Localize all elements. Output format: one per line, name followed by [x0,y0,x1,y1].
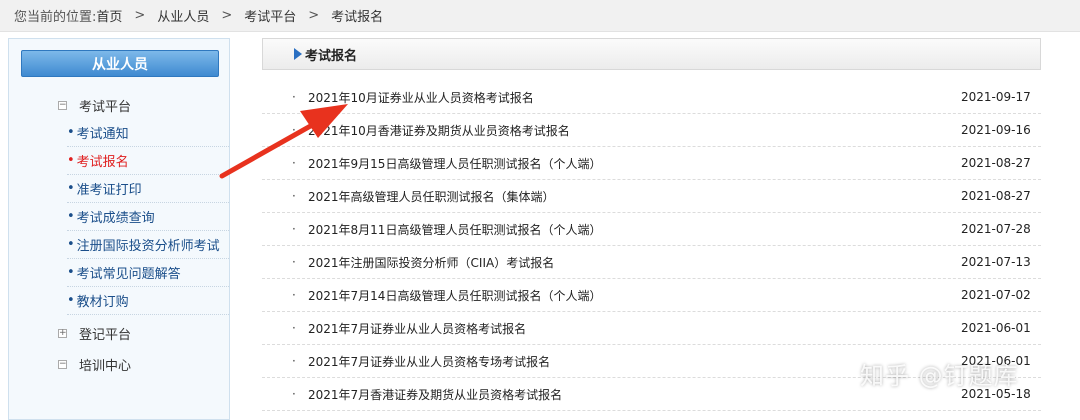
sidebar-group-registration-platform[interactable]: + 登记平台 [9,318,229,348]
list-item-title-link[interactable]: 2021年7月14日高级管理人员任职测试报名（个人端） [308,287,961,304]
breadcrumb-current[interactable]: 考试报名 [331,6,383,25]
content-header: 考试报名 [262,38,1041,70]
list-item-date: 2021-09-17 [961,90,1031,104]
list-item[interactable]: · 2021年9月15日高级管理人员任职测试报名（个人端） 2021-08-27 [262,147,1041,180]
list-item-title-link[interactable]: 2021年10月香港证券及期货从业员资格考试报名 [308,122,961,139]
watermark: 知乎 @钉题库 [860,362,1019,390]
list-item-title-link[interactable]: 2021年注册国际投资分析师（CIIA）考试报名 [308,254,961,271]
list-item-date: 2021-07-28 [961,222,1031,236]
bullet-icon: · [292,354,296,368]
bullet-icon: · [292,189,296,203]
sidebar-group-exam-platform[interactable]: − 考试平台 [9,90,229,120]
bullet-icon: • [67,265,75,280]
breadcrumb-prefix: 您当前的位置: [14,10,97,25]
triangle-marker-icon [294,48,302,60]
bullet-icon: · [292,255,296,269]
sidebar-group-label: 登记平台 [79,327,132,343]
bullet-icon: · [292,321,296,335]
sidebar-item-label: 考试报名 [76,155,129,170]
sidebar-item-score-query[interactable]: • 考试成绩查询 [67,203,229,231]
sidebar-item-ciia-exam[interactable]: • 注册国际投资分析师考试 [67,231,229,259]
breadcrumb-separator: > [308,8,320,23]
bullet-icon: · [292,123,296,137]
list-item[interactable]: · 2021年注册国际投资分析师（CIIA）考试报名 2021-07-13 [262,246,1041,279]
list-item-date: 2021-06-01 [961,321,1031,335]
sidebar: 从业人员 − 考试平台 • 考试通知 • 考试报名 • 准考证打印 • 考试成绩… [8,38,230,420]
sidebar-item-exam-notice[interactable]: • 考试通知 [67,119,229,147]
bullet-icon: · [292,222,296,236]
bullet-icon: • [67,209,75,224]
sidebar-group-training-center[interactable]: − 培训中心 [9,349,229,379]
list-item[interactable]: · 2021年7月证券业从业人员资格考试报名 2021-06-01 [262,312,1041,345]
sidebar-item-label: 考试通知 [76,127,129,142]
list-item-title-link[interactable]: 2021年9月15日高级管理人员任职测试报名（个人端） [308,155,961,172]
list-item-date: 2021-08-27 [961,189,1031,203]
sidebar-item-label: 考试成绩查询 [76,211,155,226]
collapse-icon[interactable]: − [58,359,67,369]
list-item-date: 2021-07-13 [961,255,1031,269]
sidebar-item-faq[interactable]: • 考试常见问题解答 [67,259,229,287]
list-item[interactable]: · 2021年8月11日高级管理人员任职测试报名（个人端） 2021-07-28 [262,213,1041,246]
bullet-icon: · [292,387,296,401]
bullet-icon: · [292,156,296,170]
bullet-icon: • [67,237,75,252]
sidebar-item-label: 注册国际投资分析师考试 [76,239,220,254]
list-item-title-link[interactable]: 2021年高级管理人员任职测试报名（集体端） [308,188,961,205]
breadcrumb-separator: > [134,8,146,23]
list-item-title-link[interactable]: 2021年10月证券业从业人员资格考试报名 [308,89,961,106]
bullet-icon: • [67,181,75,196]
sidebar-item-exam-registration[interactable]: • 考试报名 [67,147,229,175]
breadcrumb: 您当前的位置: 首页 > 从业人员 > 考试平台 > 考试报名 [0,0,1080,32]
sidebar-group-label: 培训中心 [79,358,132,374]
bullet-icon: · [292,288,296,302]
bullet-icon: · [292,90,296,104]
breadcrumb-link-exam-platform[interactable]: 考试平台 [244,6,296,25]
bullet-icon: • [67,153,75,168]
list-item-title-link[interactable]: 2021年7月证券业从业人员资格考试报名 [308,320,961,337]
expand-icon[interactable]: + [58,328,67,338]
sidebar-header[interactable]: 从业人员 [21,50,219,77]
sidebar-group-label: 考试平台 [79,99,132,115]
breadcrumb-link-home[interactable]: 首页 [96,6,122,25]
bullet-icon: • [67,125,75,140]
breadcrumb-separator: > [221,8,233,23]
sidebar-item-label: 准考证打印 [76,183,142,198]
list-item-title-link[interactable]: 2021年8月11日高级管理人员任职测试报名（个人端） [308,221,961,238]
list-item-date: 2021-09-16 [961,123,1031,137]
sidebar-item-textbook-order[interactable]: • 教材订购 [67,287,229,315]
list-item[interactable]: · 2021年高级管理人员任职测试报名（集体端） 2021-08-27 [262,180,1041,213]
bullet-icon: • [67,293,75,308]
list-item-date: 2021-08-27 [961,156,1031,170]
content-title: 考试报名 [305,48,358,64]
sidebar-item-label: 教材订购 [76,295,129,310]
sidebar-item-admission-ticket[interactable]: • 准考证打印 [67,175,229,203]
collapse-icon[interactable]: − [58,100,67,110]
list-item-date: 2021-07-02 [961,288,1031,302]
breadcrumb-link-practitioner[interactable]: 从业人员 [157,6,209,25]
sidebar-item-label: 考试常见问题解答 [76,267,181,282]
list-item[interactable]: · 2021年7月14日高级管理人员任职测试报名（个人端） 2021-07-02 [262,279,1041,312]
list-item[interactable]: · 2021年10月证券业从业人员资格考试报名 2021-09-17 [262,81,1041,114]
list-item[interactable]: · 2021年10月香港证券及期货从业员资格考试报名 2021-09-16 [262,114,1041,147]
